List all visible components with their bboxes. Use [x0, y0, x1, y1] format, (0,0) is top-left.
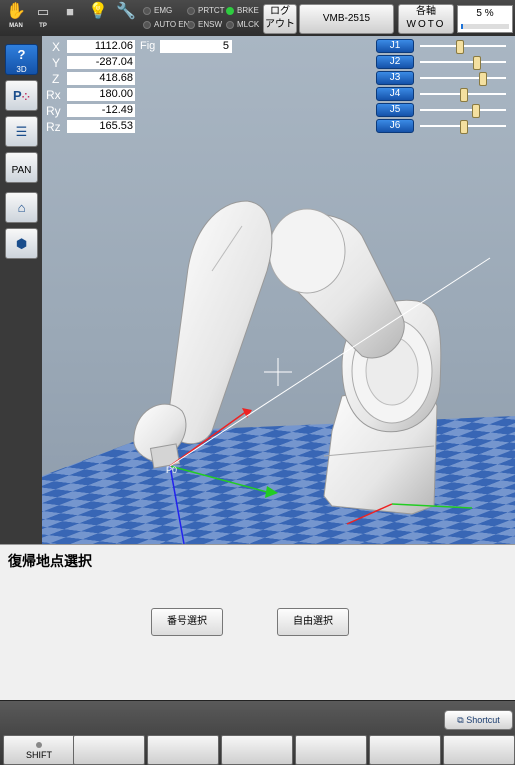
coord-ry-value: -12.49: [67, 104, 135, 117]
joint-4-slider-thumb[interactable]: [460, 88, 468, 102]
joint-6-slider-thumb[interactable]: [460, 120, 468, 134]
hand-icon: ✋: [6, 3, 26, 20]
status-led: [226, 6, 234, 15]
function-key-7[interactable]: [443, 735, 515, 765]
manual-mode-button[interactable]: ✋ MAN: [4, 2, 28, 34]
left-sidebar: ? 3D P⁘ ☰ PAN ⌂ ⬢: [0, 36, 42, 544]
panel-title: 復帰地点選択: [8, 553, 92, 569]
joint-5-button[interactable]: J5: [376, 103, 414, 117]
coord-z-value: 418.68: [67, 72, 135, 85]
joint-2-slider-thumb[interactable]: [472, 56, 481, 70]
function-key-2[interactable]: [73, 735, 145, 765]
wrench-icon: 🔧: [116, 3, 136, 20]
joint-5-slider-track[interactable]: [420, 109, 506, 111]
status-emg: EMG: [143, 5, 172, 16]
free-select-button[interactable]: 自由選択: [277, 608, 349, 636]
stop-icon: ■: [66, 4, 74, 19]
joint-1-button[interactable]: J1: [376, 39, 414, 53]
status-led: [187, 6, 195, 15]
axis-mode-button[interactable]: 各軸 WOTO: [398, 4, 454, 34]
shift-led: [36, 742, 42, 748]
joint-3-button[interactable]: J3: [376, 71, 414, 85]
cube-icon: ⬢: [15, 236, 28, 251]
return-point-panel: 復帰地点選択 番号選択 自由選択: [0, 544, 515, 701]
coord-rz-value: 165.53: [67, 120, 135, 133]
status-led: [143, 6, 151, 15]
status-led: [187, 20, 195, 29]
fig-label: Fig: [140, 40, 156, 52]
logout-button[interactable]: ログ アウト: [263, 4, 297, 34]
joint-3-slider-track[interactable]: [420, 77, 506, 79]
list-icon: ☰: [15, 124, 28, 139]
coord-y-value: -287.04: [67, 56, 135, 69]
joint-4-button[interactable]: J4: [376, 87, 414, 101]
joint-2-slider-track[interactable]: [420, 61, 506, 63]
teach-pendant-button[interactable]: ▭ TP: [31, 2, 55, 34]
teach-pendant-icon: ▭: [36, 4, 50, 19]
home-icon: ⌂: [17, 200, 26, 215]
function-key-3[interactable]: [147, 735, 219, 765]
light-button[interactable]: 💡: [86, 2, 110, 34]
tool-button[interactable]: 🔧: [114, 2, 138, 34]
coord-rx-value: 180.00: [67, 88, 135, 101]
function-key-5[interactable]: [295, 735, 367, 765]
joint-2-button[interactable]: J2: [376, 55, 414, 69]
speed-bar-fill: [461, 24, 464, 29]
shift-button[interactable]: SHIFT: [3, 735, 75, 765]
fit-view-button[interactable]: ⬢: [5, 228, 38, 259]
point-p0-label: P0: [166, 465, 177, 475]
status-mlck: MLCK: [226, 19, 259, 30]
number-select-button[interactable]: 番号選択: [151, 608, 223, 636]
home-view-button[interactable]: ⌂: [5, 192, 38, 223]
speed-override[interactable]: 5 %: [457, 5, 513, 33]
status-prtct: PRTCT: [187, 5, 225, 16]
status-led: [226, 20, 234, 29]
fig-value: 5: [160, 40, 232, 53]
joint-6-button[interactable]: J6: [376, 119, 414, 133]
lightbulb-icon: 💡: [88, 3, 108, 20]
speed-bar: [461, 24, 509, 29]
robot-forearm: [166, 200, 273, 445]
function-key-6[interactable]: [369, 735, 441, 765]
joint-3-slider-thumb[interactable]: [478, 72, 487, 86]
status-led: [143, 20, 151, 29]
status-brke: BRKE: [226, 5, 259, 16]
function-key-4[interactable]: [221, 735, 293, 765]
pan-button[interactable]: PAN: [5, 152, 38, 183]
joint-5-slider-thumb[interactable]: [472, 104, 481, 118]
shortcut-icon: ⧉: [457, 715, 464, 725]
view-3d-button[interactable]: ? 3D: [5, 44, 38, 75]
point-icon: P⁘: [12, 88, 31, 103]
top-toolbar: ✋ MAN ▭ TP ■ 💡 🔧 EMG AUTO EN PRTCT ENSW …: [0, 0, 515, 37]
status-ensw: ENSW: [187, 19, 222, 30]
status-auto-en: AUTO EN: [143, 19, 189, 30]
robot-model-button[interactable]: VMB-2515: [299, 4, 394, 34]
function-bar: ⧉ Shortcut SHIFT: [0, 700, 515, 765]
shortcut-button[interactable]: ⧉ Shortcut: [444, 710, 513, 730]
point-view-button[interactable]: P⁘: [5, 80, 38, 111]
list-view-button[interactable]: ☰: [5, 116, 38, 147]
coord-x-value: 1112.06: [67, 40, 135, 53]
stop-button[interactable]: ■: [58, 2, 82, 34]
joint-1-slider-thumb[interactable]: [455, 40, 464, 54]
robot-3d-viewport[interactable]: P0 X 1112.06 Y -287.04 Z 418.68 Rx 180.0…: [42, 36, 515, 544]
